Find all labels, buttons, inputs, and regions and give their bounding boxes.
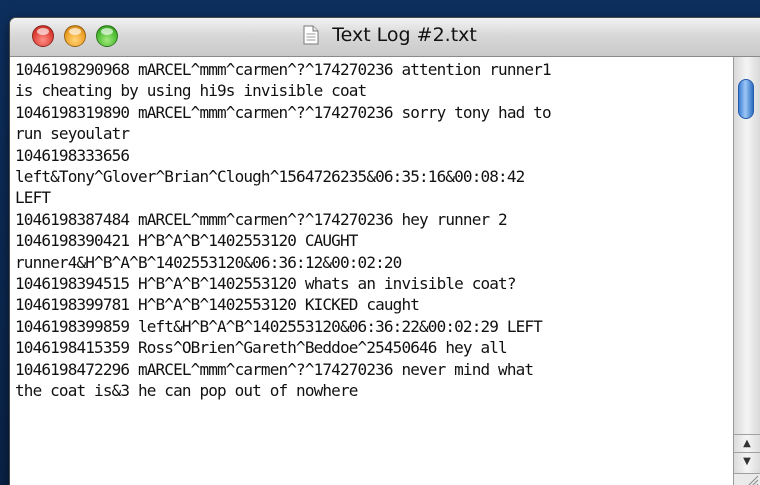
text-document-icon: [303, 25, 319, 45]
vertical-scrollbar[interactable]: ▲ ▼: [733, 57, 760, 485]
log-line: the coat is&3 he can pop out of nowhere: [15, 381, 358, 401]
log-line: is cheating by using hi9s invisible coat: [15, 81, 367, 101]
arrow-down-icon[interactable]: ▼: [734, 452, 760, 470]
log-line: 1046198319890 mARCEL^mmm^carmen^?^174270…: [15, 102, 552, 122]
text-content-area[interactable]: 1046198290968 mARCEL^mmm^carmen^?^174270…: [10, 57, 728, 485]
log-line: 1046198399781 H^B^A^B^1402553120 KICKED …: [15, 295, 420, 315]
log-line: 1046198394515 H^B^A^B^1402553120 whats a…: [15, 274, 516, 294]
log-line: 1046198290968 mARCEL^mmm^carmen^?^174270…: [15, 60, 552, 79]
resize-grip-icon[interactable]: [734, 473, 760, 485]
window-titlebar[interactable]: Text Log #2.txt: [10, 18, 760, 57]
window-title-group: Text Log #2.txt: [10, 24, 760, 50]
log-line: 1046198415359 Ross^OBrien^Gareth^Beddoe^…: [15, 338, 508, 358]
log-line: 1046198387484 mARCEL^mmm^carmen^?^174270…: [15, 209, 508, 229]
scrollbar-thumb[interactable]: [738, 79, 754, 119]
log-line: 1046198399859 left&H^B^A^B^1402553120&06…: [15, 316, 543, 336]
log-line: runner4&H^B^A^B^1402553120&06:36:12&00:0…: [15, 252, 402, 272]
log-line: LEFT: [15, 188, 51, 208]
log-line: 1046198390421 H^B^A^B^1402553120 CAUGHT: [15, 231, 358, 251]
log-line: left&Tony^Glover^Brian^Clough^1564726235…: [15, 167, 525, 187]
log-line: 1046198472296 mARCEL^mmm^carmen^?^174270…: [15, 359, 534, 379]
window-title: Text Log #2.txt: [332, 24, 477, 46]
arrow-up-icon[interactable]: ▲: [734, 434, 760, 452]
log-line: 1046198333656: [15, 145, 130, 165]
desktop-background: Text Log #2.txt 1046198290968 mARCEL^mmm…: [0, 0, 760, 485]
log-line: run seyoulatr: [15, 124, 130, 144]
text-editor-window: Text Log #2.txt 1046198290968 mARCEL^mmm…: [10, 18, 760, 485]
